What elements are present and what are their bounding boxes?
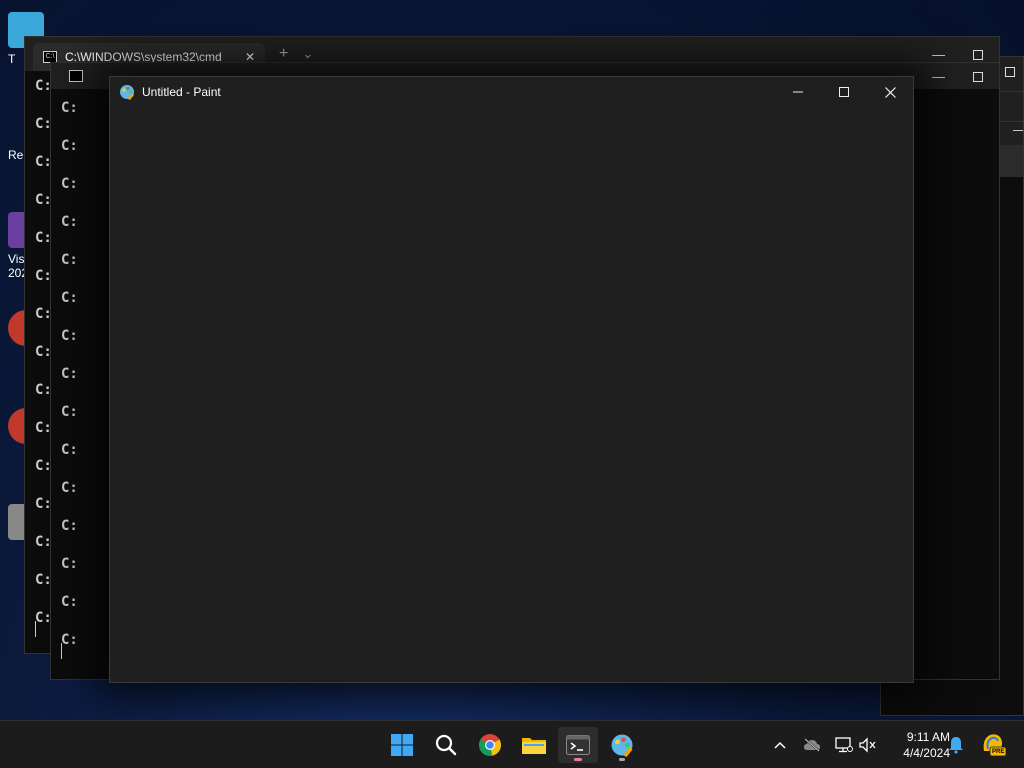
taskbar: 9:11 AM 4/4/2024 PRE <box>0 720 1024 768</box>
network-tray-button[interactable] <box>834 735 854 755</box>
file-explorer-taskbar-button[interactable] <box>514 727 554 763</box>
paint-app-icon <box>120 85 134 100</box>
terminal-taskbar-button[interactable] <box>558 727 598 763</box>
volume-muted-icon <box>859 737 876 753</box>
clock[interactable]: 9:11 AM 4/4/2024 <box>886 729 950 761</box>
close-button[interactable] <box>867 77 913 107</box>
minimize-icon[interactable]: — <box>932 47 945 62</box>
windows-start-icon <box>391 734 413 756</box>
terminal-icon <box>566 735 590 755</box>
maximize-icon[interactable] <box>973 71 983 82</box>
cmd-icon <box>69 70 83 82</box>
chrome-taskbar-button[interactable] <box>470 727 510 763</box>
search-button[interactable] <box>426 727 466 763</box>
onedrive-tray-button[interactable] <box>802 735 822 755</box>
maximize-icon[interactable] <box>1005 67 1015 77</box>
maximize-button[interactable] <box>821 77 867 107</box>
dropdown-icon[interactable]: ⌄ <box>302 46 313 62</box>
cloud-offline-icon <box>804 738 820 752</box>
folder-icon <box>522 738 546 754</box>
pre-badge: PRE <box>992 749 1005 755</box>
volume-tray-button[interactable] <box>858 735 878 755</box>
paint-taskbar-button[interactable] <box>602 727 642 763</box>
start-button[interactable] <box>382 727 422 763</box>
maximize-icon[interactable] <box>973 49 983 60</box>
bell-icon <box>949 737 963 754</box>
network-icon <box>835 737 853 753</box>
minimize-icon[interactable]: — <box>932 69 945 84</box>
show-hidden-icons-button[interactable] <box>770 735 790 755</box>
text-cursor <box>35 621 36 637</box>
copilot-button[interactable]: PRE <box>980 731 1006 757</box>
new-tab-button[interactable]: + <box>279 45 288 63</box>
clock-date: 4/4/2024 <box>903 746 950 760</box>
paint-content-area[interactable] <box>110 107 913 682</box>
window-title: Untitled - Paint <box>142 85 221 99</box>
minimize-icon <box>793 91 803 93</box>
chrome-icon <box>479 734 501 756</box>
clock-time: 9:11 AM <box>906 730 950 744</box>
running-indicator <box>574 758 582 761</box>
paint-titlebar[interactable]: Untitled - Paint <box>110 77 913 107</box>
notifications-button[interactable] <box>946 735 966 755</box>
chevron-up-icon <box>774 741 786 749</box>
maximize-icon <box>839 87 849 97</box>
minimize-button[interactable] <box>775 77 821 107</box>
minimize-icon[interactable]: — <box>1013 122 1023 137</box>
close-icon <box>884 86 896 98</box>
text-cursor <box>61 643 62 659</box>
search-icon <box>435 734 457 756</box>
paint-icon <box>611 734 633 757</box>
paint-window[interactable]: Untitled - Paint <box>109 76 914 683</box>
running-indicator <box>619 758 625 761</box>
